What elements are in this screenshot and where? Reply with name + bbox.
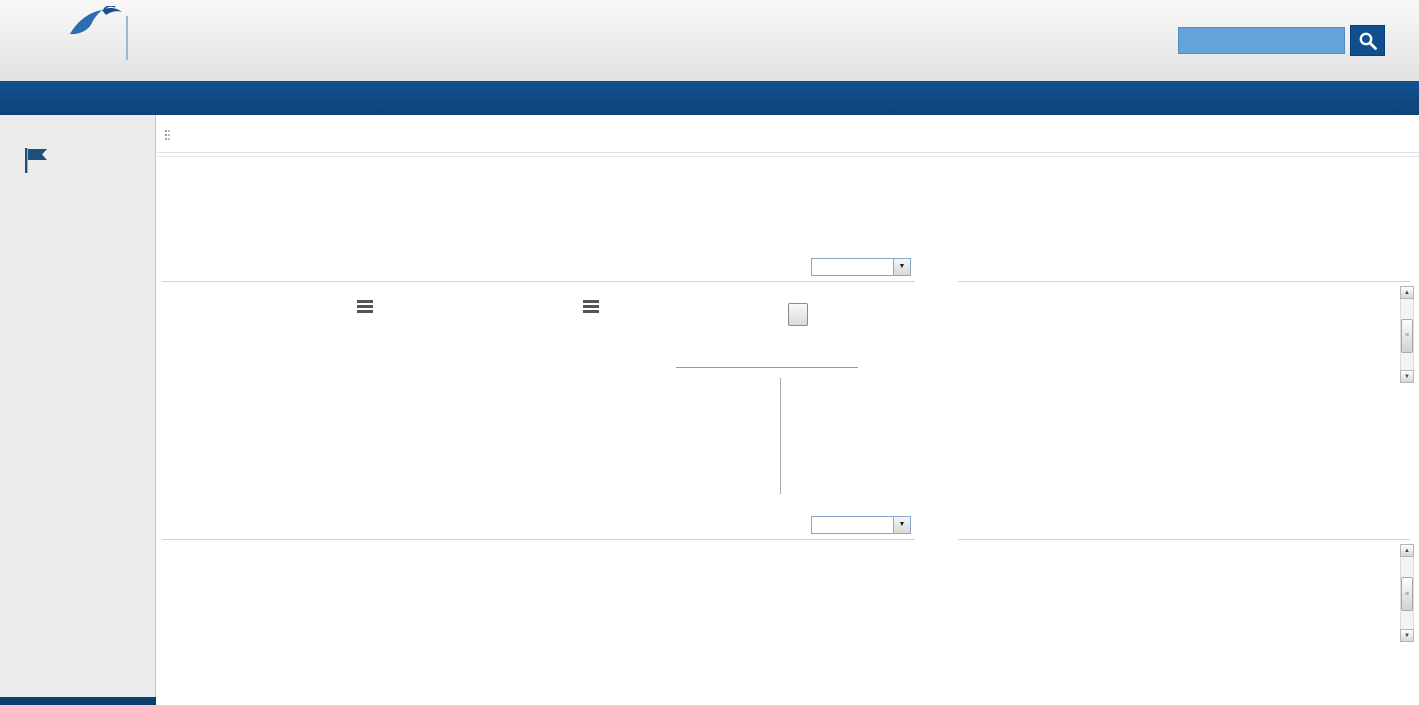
search-input[interactable]	[1178, 27, 1345, 54]
breadcrumb-icon	[165, 130, 170, 142]
scroll-down-icon[interactable]: ▼	[1400, 629, 1414, 642]
monitor-point-select[interactable]: ▼	[811, 258, 911, 276]
temperature-gauge	[200, 334, 355, 492]
latest-time-divider	[676, 367, 858, 368]
scroll-up-icon[interactable]: ▲	[1400, 286, 1414, 299]
approval-section-header	[958, 510, 1410, 540]
deer-logo-icon	[68, 6, 124, 36]
refresh-button[interactable]	[788, 303, 808, 326]
logo[interactable]	[10, 6, 125, 76]
nav-items	[175, 81, 1389, 115]
chevron-down-icon: ▼	[893, 259, 910, 275]
chevron-down-icon: ▼	[893, 517, 910, 533]
scroll-thumb[interactable]: ≡	[1401, 577, 1413, 611]
top-header	[0, 0, 1419, 81]
main-navbar	[0, 81, 1419, 115]
analysis-point-select[interactable]: ▼	[811, 516, 911, 534]
flow-gauge	[425, 334, 580, 492]
alarm-section-header	[958, 252, 1410, 282]
scroll-down-icon[interactable]: ▼	[1400, 370, 1414, 383]
flow-line-chart	[162, 540, 915, 705]
sidebar-footer-strip	[0, 697, 156, 705]
alarm-table-scrollbar[interactable]: ▲ ≡ ▼	[1400, 286, 1414, 383]
dashboard-screen: ▼ ▲ ≡ ▼ ▼	[0, 0, 1419, 705]
breadcrumb-bar	[157, 115, 1419, 153]
approval-table-scrollbar[interactable]: ▲ ≡ ▼	[1400, 544, 1414, 642]
gauge-menu-icon-temperature[interactable]	[357, 300, 373, 313]
flag-icon	[22, 147, 50, 173]
analysis-section-header: ▼	[162, 510, 915, 540]
realtime-section-header: ▼	[162, 252, 915, 282]
logo-divider	[126, 16, 128, 60]
portal-header	[0, 145, 156, 205]
gauge-menu-icon-flow[interactable]	[583, 300, 599, 313]
readings-panel	[668, 374, 878, 498]
sidebar	[0, 115, 156, 705]
stats-row	[156, 156, 1419, 248]
scroll-thumb[interactable]: ≡	[1401, 319, 1413, 353]
search-button[interactable]	[1350, 25, 1385, 56]
search-icon	[1358, 31, 1378, 51]
scroll-up-icon[interactable]: ▲	[1400, 544, 1414, 557]
